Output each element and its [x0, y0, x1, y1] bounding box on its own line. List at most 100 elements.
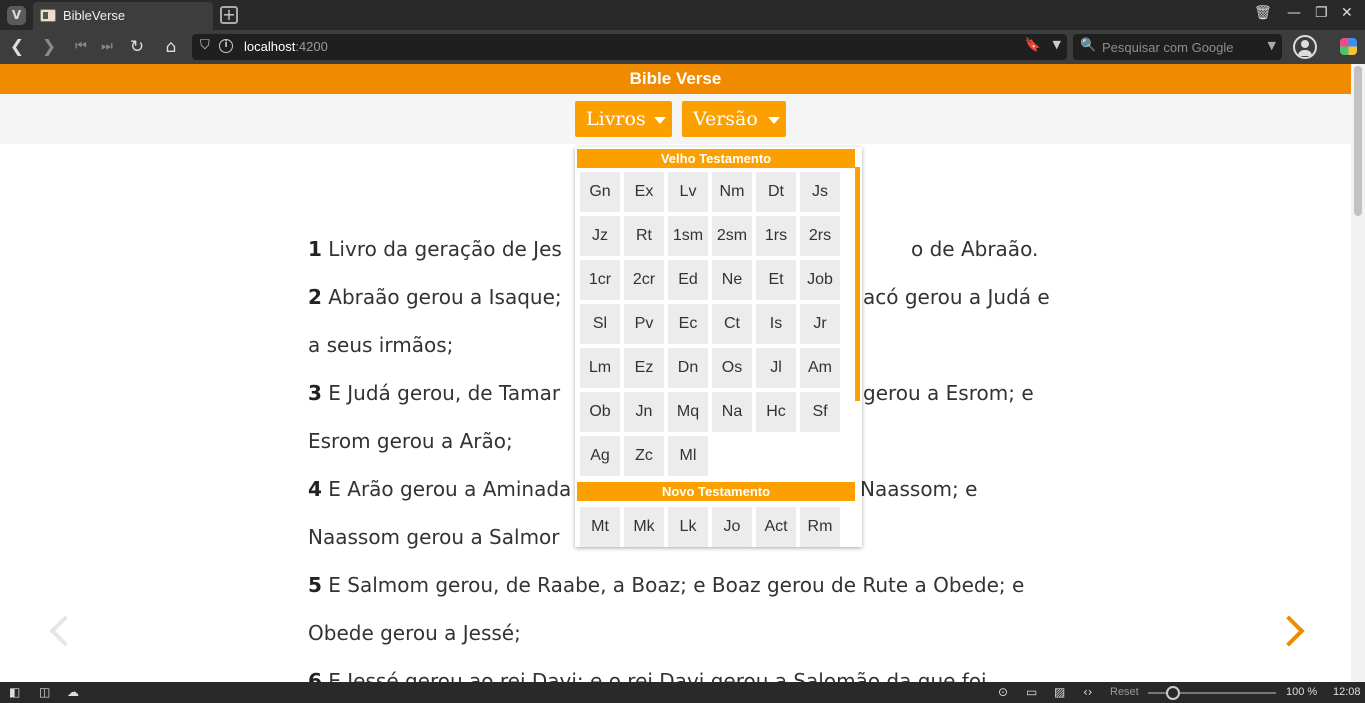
url-dropdown-icon[interactable]: ▼: [1053, 38, 1061, 51]
book-button[interactable]: Is: [756, 304, 796, 344]
restore-icon[interactable]: ❐: [1315, 5, 1328, 21]
book-button[interactable]: Js: [800, 172, 840, 212]
verse-text: gerou a Esrom; e: [863, 381, 1034, 405]
book-button[interactable]: Ob: [580, 392, 620, 432]
verse-number: 4: [308, 477, 322, 501]
book-button[interactable]: 2cr: [624, 260, 664, 300]
prev-chapter-arrow-icon[interactable]: [44, 614, 81, 654]
verse-text: E Judá gerou, de Tamar: [328, 381, 561, 405]
book-button[interactable]: Ml: [668, 436, 708, 476]
bookmark-icon[interactable]: 🔖: [1025, 38, 1041, 53]
zoom-reset-button[interactable]: Reset: [1110, 686, 1139, 698]
app-toolbar: Livros Versão: [0, 94, 1351, 144]
verse-text: Livro da geração de Jes: [328, 237, 562, 261]
book-button[interactable]: Dn: [668, 348, 708, 388]
book-button[interactable]: Ex: [624, 172, 664, 212]
book-button[interactable]: Gn: [580, 172, 620, 212]
versao-label: Versão: [693, 108, 758, 130]
url-field[interactable]: ⛉ i localhost:4200 🔖 ▼: [192, 34, 1067, 60]
verse-text: Abraão gerou a Isaque;: [328, 285, 562, 309]
livros-label: Livros: [586, 108, 646, 130]
sync-cloud-icon[interactable]: ☁: [67, 685, 79, 699]
verse-number: 5: [308, 573, 322, 597]
book-button[interactable]: Act: [756, 507, 796, 547]
book-button[interactable]: Jo: [712, 507, 752, 547]
search-placeholder: Pesquisar com Google: [1102, 40, 1234, 55]
book-button[interactable]: Et: [756, 260, 796, 300]
verse-text: o de Abraão.: [911, 237, 1039, 261]
fast-forward-icon[interactable]: ⏭: [96, 36, 118, 58]
new-testament-grid: Mt Mk Lk Jo Act Rm: [580, 507, 840, 547]
book-button[interactable]: Jl: [756, 348, 796, 388]
profile-icon[interactable]: [1293, 35, 1317, 59]
back-icon[interactable]: ❮: [6, 36, 28, 58]
trash-icon[interactable]: 🗑: [1254, 5, 1272, 21]
book-button[interactable]: Ed: [668, 260, 708, 300]
versao-dropdown-button[interactable]: Versão: [682, 101, 786, 137]
book-button[interactable]: Os: [712, 348, 752, 388]
page-scrollbar[interactable]: [1351, 64, 1365, 682]
panel-toggle-icon[interactable]: ◧: [9, 685, 20, 699]
code-icon[interactable]: ‹›: [1083, 685, 1093, 699]
book-button[interactable]: Mk: [624, 507, 664, 547]
verse-text: E Jessé gerou ao rei Davi; e o rei Davi …: [328, 669, 987, 682]
livros-dropdown-button[interactable]: Livros: [575, 101, 672, 137]
rewind-icon[interactable]: ⏮: [70, 36, 92, 58]
book-button[interactable]: Mq: [668, 392, 708, 432]
book-button[interactable]: Rm: [800, 507, 840, 547]
zoom-slider-handle[interactable]: [1166, 686, 1180, 700]
book-button[interactable]: 2rs: [800, 216, 840, 256]
book-button[interactable]: 1sm: [668, 216, 708, 256]
book-button[interactable]: Ec: [668, 304, 708, 344]
minimize-icon[interactable]: —: [1287, 5, 1301, 21]
info-icon[interactable]: i: [219, 39, 233, 53]
book-button[interactable]: Pv: [624, 304, 664, 344]
shield-icon[interactable]: ⛉: [200, 38, 210, 53]
book-button[interactable]: Jr: [800, 304, 840, 344]
book-button[interactable]: Dt: [756, 172, 796, 212]
capture-icon[interactable]: ⊙: [998, 685, 1008, 699]
window-icon[interactable]: ▭: [1026, 685, 1037, 699]
next-chapter-arrow-icon[interactable]: [1273, 614, 1308, 654]
book-button[interactable]: Ez: [624, 348, 664, 388]
search-engine-dropdown-icon[interactable]: ▼: [1268, 39, 1276, 52]
book-button[interactable]: Sf: [800, 392, 840, 432]
forward-icon[interactable]: ❯: [38, 36, 60, 58]
book-button[interactable]: 2sm: [712, 216, 752, 256]
new-tab-button[interactable]: +: [220, 6, 238, 24]
page-scrollbar-thumb[interactable]: [1354, 66, 1362, 216]
books-menu-scrollbar[interactable]: [855, 167, 860, 401]
book-button[interactable]: Hc: [756, 392, 796, 432]
book-button[interactable]: Ag: [580, 436, 620, 476]
book-button[interactable]: Jz: [580, 216, 620, 256]
book-button[interactable]: Ct: [712, 304, 752, 344]
vivaldi-logo-icon[interactable]: V: [7, 6, 26, 25]
close-icon[interactable]: ✕: [1341, 5, 1353, 21]
book-button[interactable]: Am: [800, 348, 840, 388]
caret-down-icon: [768, 117, 780, 124]
verse-text: E Arão gerou a Aminada: [328, 477, 572, 501]
tab-tiling-icon[interactable]: ◫: [39, 685, 50, 699]
book-button[interactable]: Nm: [712, 172, 752, 212]
book-button[interactable]: Lm: [580, 348, 620, 388]
browser-tab[interactable]: BibleVerse: [33, 2, 213, 30]
book-button[interactable]: Mt: [580, 507, 620, 547]
book-button[interactable]: Zc: [624, 436, 664, 476]
book-button[interactable]: Ne: [712, 260, 752, 300]
extension-icon[interactable]: [1340, 38, 1357, 55]
book-button[interactable]: Rt: [624, 216, 664, 256]
book-button[interactable]: Sl: [580, 304, 620, 344]
verse: 5 E Salmom gerou, de Raabe, a Boaz; e Bo…: [308, 561, 1068, 657]
image-icon[interactable]: ▨: [1054, 685, 1065, 699]
reload-icon[interactable]: ↻: [126, 36, 148, 58]
search-field[interactable]: 🔍 Pesquisar com Google ▼: [1073, 34, 1282, 60]
book-button[interactable]: Job: [800, 260, 840, 300]
book-button[interactable]: 1cr: [580, 260, 620, 300]
book-button[interactable]: Jn: [624, 392, 664, 432]
book-button[interactable]: Lv: [668, 172, 708, 212]
book-button[interactable]: 1rs: [756, 216, 796, 256]
verse-number: 3: [308, 381, 322, 405]
home-icon[interactable]: ⌂: [160, 36, 182, 58]
book-button[interactable]: Na: [712, 392, 752, 432]
book-button[interactable]: Lk: [668, 507, 708, 547]
